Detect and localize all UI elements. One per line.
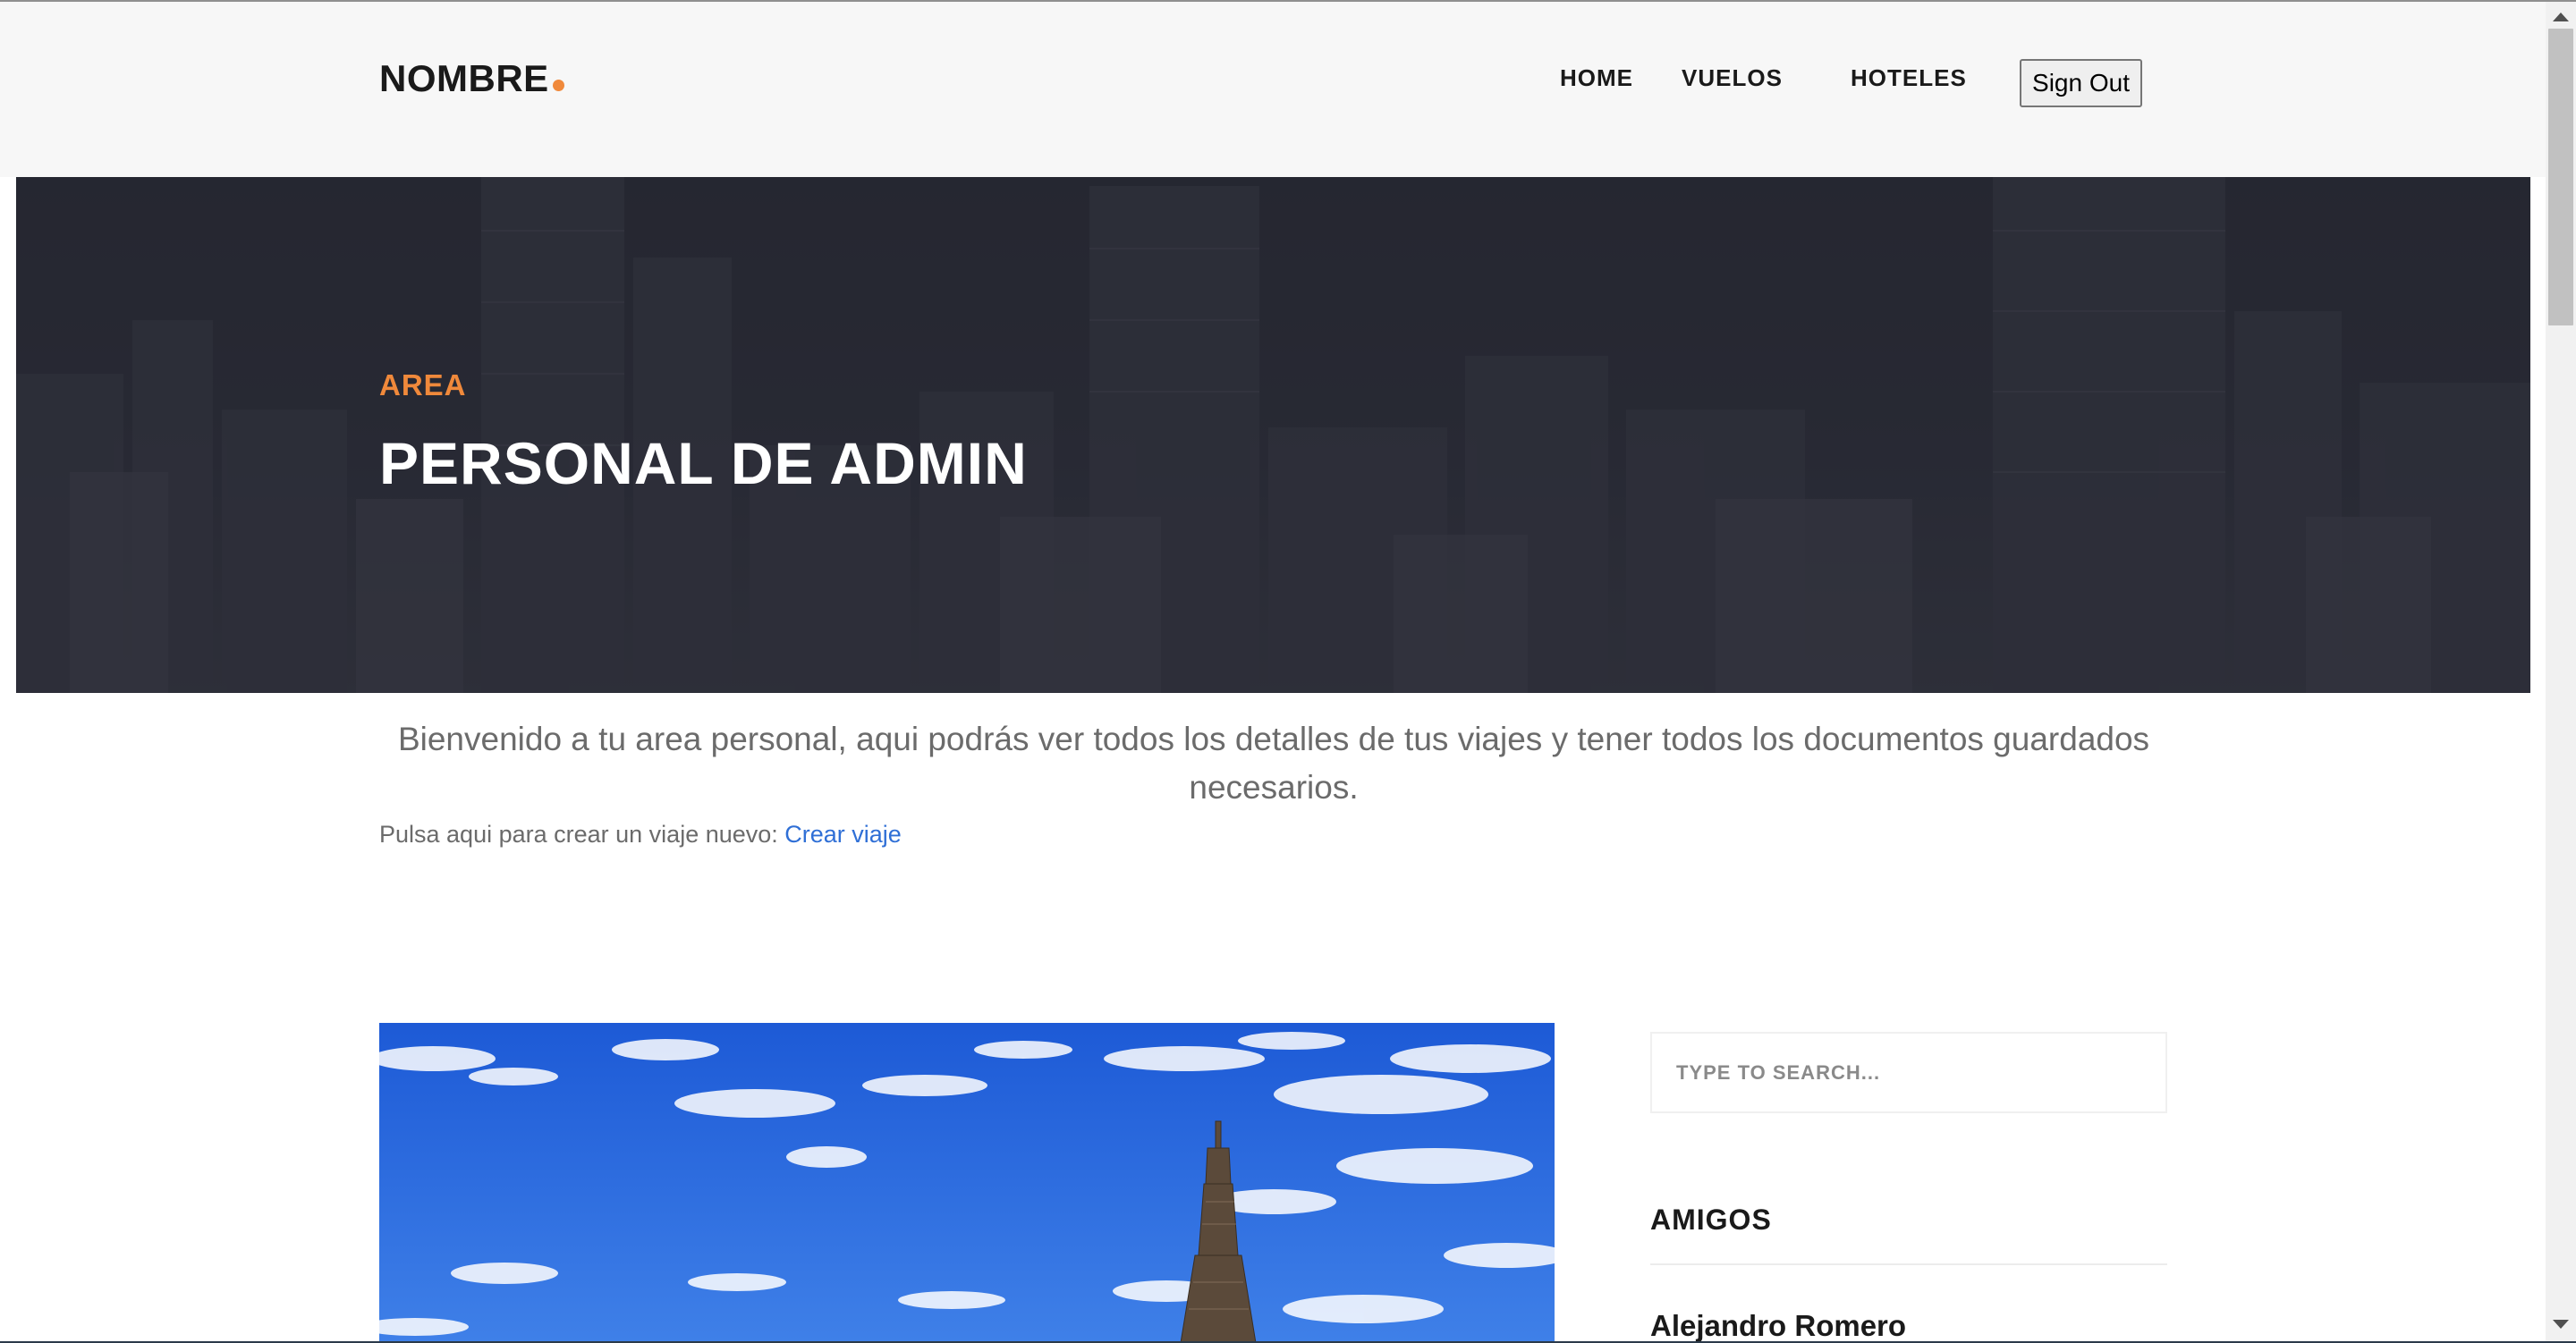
trip-image[interactable]: [379, 1023, 1555, 1343]
welcome-line-2: necesarios.: [1189, 769, 1359, 806]
logo-text: NOMBRE: [379, 57, 549, 99]
nav-hoteles-link[interactable]: HOTELES: [1851, 64, 1967, 92]
hero-kicker: AREA: [379, 368, 467, 401]
hero-banner: AREA PERSONAL DE ADMIN: [16, 177, 2530, 693]
create-trip-link[interactable]: Crear viaje: [784, 821, 902, 848]
logo-dot-icon: [552, 80, 564, 91]
nav-vuelos-link[interactable]: VUELOS: [1682, 64, 1783, 92]
sign-out-button[interactable]: Sign Out: [2020, 59, 2142, 107]
nav-home-link[interactable]: HOME: [1560, 64, 1633, 92]
welcome-text: Bienvenido a tu area personal, aqui podr…: [379, 715, 2168, 812]
scroll-thumb[interactable]: [2548, 29, 2573, 325]
site-logo[interactable]: NOMBRE: [379, 57, 564, 100]
scroll-down-icon[interactable]: [2553, 1320, 2569, 1329]
scroll-up-icon[interactable]: [2553, 13, 2569, 21]
page-title: PERSONAL DE ADMIN: [379, 430, 1028, 496]
search-box: [1650, 1032, 2167, 1113]
create-trip-prompt: Pulsa aqui para crear un viaje nuevo:: [379, 821, 785, 848]
site-header: NOMBRE HOME VUELOS HOTELES Sign Out: [0, 2, 2546, 177]
friend-item[interactable]: Alejandro Romero: [1650, 1309, 1906, 1343]
vertical-scrollbar[interactable]: [2546, 2, 2576, 1341]
sidebar-divider: [1650, 1263, 2167, 1265]
friends-heading: AMIGOS: [1650, 1204, 1772, 1236]
welcome-line-1: Bienvenido a tu area personal, aqui podr…: [397, 721, 2150, 757]
eiffel-tower-image: [379, 1023, 1555, 1343]
create-trip-line: Pulsa aqui para crear un viaje nuevo: Cr…: [379, 821, 902, 849]
search-input[interactable]: [1652, 1034, 2165, 1111]
page: NOMBRE HOME VUELOS HOTELES Sign Out AREA…: [0, 0, 2576, 1343]
